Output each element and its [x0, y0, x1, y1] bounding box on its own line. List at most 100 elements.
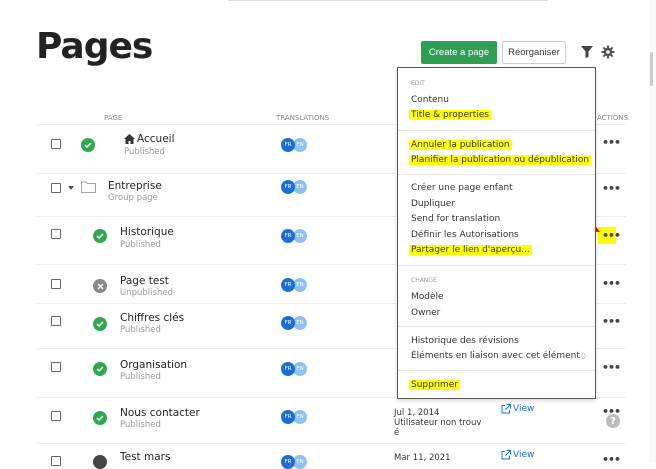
- row-checkbox[interactable]: [51, 411, 61, 421]
- row-actions-button[interactable]: •••: [602, 136, 621, 149]
- menu-section-edit: EDIT: [411, 80, 425, 87]
- page-status: Published: [124, 147, 165, 157]
- menu-item-annuler-publication[interactable]: Annuler la publication: [409, 140, 512, 150]
- row-checkbox[interactable]: [51, 279, 61, 289]
- menu-item-historique-revisions[interactable]: Historique des révisions: [411, 336, 519, 346]
- page-name[interactable]: Test mars: [120, 451, 170, 463]
- row-checkbox[interactable]: [51, 139, 61, 149]
- translation-badges: FR EN: [281, 455, 313, 469]
- menu-item-partager-apercu[interactable]: Partager le lien d'aperçu...: [409, 245, 532, 255]
- menu-item-creer-page-enfant[interactable]: Créer une page enfant: [411, 183, 513, 193]
- row-actions-button[interactable]: •••: [602, 453, 621, 466]
- menu-item-planifier-publication[interactable]: Planifier la publication ou dépublicatio…: [409, 155, 592, 165]
- badge-fr[interactable]: FR: [281, 362, 295, 376]
- row-actions-button[interactable]: •••: [602, 229, 621, 242]
- translation-badges: FR EN: [281, 138, 313, 152]
- scrollbar-thumb[interactable]: [650, 52, 653, 86]
- menu-section-change: CHANGE: [411, 277, 437, 284]
- badge-en[interactable]: EN: [293, 278, 307, 292]
- page-name[interactable]: Entreprise: [108, 180, 162, 192]
- menu-divider: [398, 265, 595, 266]
- menu-item-dupliquer[interactable]: Dupliquer: [411, 199, 455, 209]
- gear-icon[interactable]: [601, 45, 615, 59]
- page-name[interactable]: Accueil: [137, 133, 175, 145]
- badge-fr[interactable]: FR: [281, 410, 295, 424]
- menu-divider: [398, 326, 595, 327]
- badge-en[interactable]: EN: [293, 316, 307, 330]
- badge-fr[interactable]: FR: [281, 138, 295, 152]
- create-page-button[interactable]: Create a page: [421, 41, 497, 64]
- published-status-icon: [81, 138, 95, 152]
- page-status: Unpublished: [120, 288, 173, 298]
- page-status: Group page: [108, 193, 158, 203]
- menu-item-supprimer[interactable]: Supprimer: [409, 380, 461, 390]
- badge-fr[interactable]: FR: [281, 316, 295, 330]
- page-status: Published: [120, 240, 161, 250]
- column-header-actions: ACTIONS: [597, 114, 629, 122]
- row-checkbox[interactable]: [51, 456, 61, 466]
- status-icon: [93, 455, 107, 469]
- page-status: Published: [120, 420, 161, 430]
- row-actions-button[interactable]: •••: [602, 182, 621, 195]
- linked-elements-count: 0: [581, 352, 587, 361]
- view-link[interactable]: View: [513, 404, 534, 414]
- published-status-icon: [93, 229, 107, 243]
- row-actions-button[interactable]: •••: [602, 277, 621, 290]
- menu-item-title-properties[interactable]: Title & properties: [409, 110, 491, 120]
- actions-dropdown-menu: EDIT Contenu Title & properties Annuler …: [397, 67, 596, 399]
- badge-fr[interactable]: FR: [281, 278, 295, 292]
- row-checkbox[interactable]: [51, 183, 61, 193]
- view-link[interactable]: View: [513, 450, 534, 460]
- reorganise-button[interactable]: Réorganiser: [502, 41, 566, 64]
- filter-icon[interactable]: [581, 46, 593, 58]
- menu-item-modele[interactable]: Modèle: [411, 292, 444, 302]
- menu-item-elements-liaison[interactable]: Éléments en liaison avec cet élément: [411, 351, 580, 361]
- translation-badges: FR EN: [281, 278, 313, 292]
- published-status-icon: [93, 362, 107, 376]
- badge-en[interactable]: EN: [293, 410, 307, 424]
- badge-en[interactable]: EN: [293, 138, 307, 152]
- menu-item-owner[interactable]: Owner: [411, 308, 440, 318]
- menu-item-send-translation[interactable]: Send for translation: [411, 214, 500, 224]
- published-status-icon: [93, 411, 107, 425]
- translation-badges: FR EN: [281, 410, 313, 424]
- row-checkbox[interactable]: [51, 316, 61, 326]
- page-name[interactable]: Page test: [120, 275, 169, 287]
- translation-badges: FR EN: [281, 316, 313, 330]
- home-icon: [124, 134, 135, 144]
- top-divider: [228, 0, 548, 1]
- column-header-translations: TRANSLATIONS: [276, 114, 330, 122]
- badge-fr[interactable]: FR: [281, 180, 295, 194]
- page-name[interactable]: Chiffres clés: [120, 312, 184, 324]
- row-actions-button[interactable]: •••: [602, 315, 621, 328]
- row-checkbox[interactable]: [51, 229, 61, 239]
- page-name[interactable]: Organisation: [120, 359, 187, 371]
- menu-item-contenu[interactable]: Contenu: [411, 95, 449, 105]
- badge-en[interactable]: EN: [293, 180, 307, 194]
- badge-fr[interactable]: FR: [281, 229, 295, 243]
- chevron-down-icon[interactable]: [68, 186, 74, 190]
- external-link-icon[interactable]: [501, 404, 511, 414]
- badge-en[interactable]: EN: [293, 455, 307, 469]
- row-actions-button[interactable]: •••: [602, 361, 621, 374]
- badge-en[interactable]: EN: [293, 229, 307, 243]
- last-modified-date: Jul 1, 2014: [394, 408, 440, 418]
- page-name[interactable]: Nous contacter: [120, 407, 200, 419]
- row-checkbox[interactable]: [51, 362, 61, 372]
- published-status-icon: [93, 317, 107, 331]
- unpublished-status-icon: [93, 279, 107, 293]
- column-header-page: PAGE: [104, 114, 123, 122]
- page-name[interactable]: Historique: [120, 226, 174, 238]
- badge-fr[interactable]: FR: [281, 455, 295, 469]
- external-link-icon[interactable]: [501, 450, 511, 460]
- menu-divider: [398, 174, 595, 175]
- folder-icon: [81, 181, 96, 193]
- menu-item-definir-autorisations[interactable]: Définir les Autorisations: [411, 230, 519, 240]
- translation-badges: FR EN: [281, 229, 313, 243]
- help-icon[interactable]: ?: [606, 414, 620, 428]
- page-status: Published: [120, 372, 161, 382]
- page-status: Published: [120, 325, 161, 335]
- page-title: Pages: [36, 26, 153, 67]
- badge-en[interactable]: EN: [293, 362, 307, 376]
- translation-badges: FR EN: [281, 180, 313, 194]
